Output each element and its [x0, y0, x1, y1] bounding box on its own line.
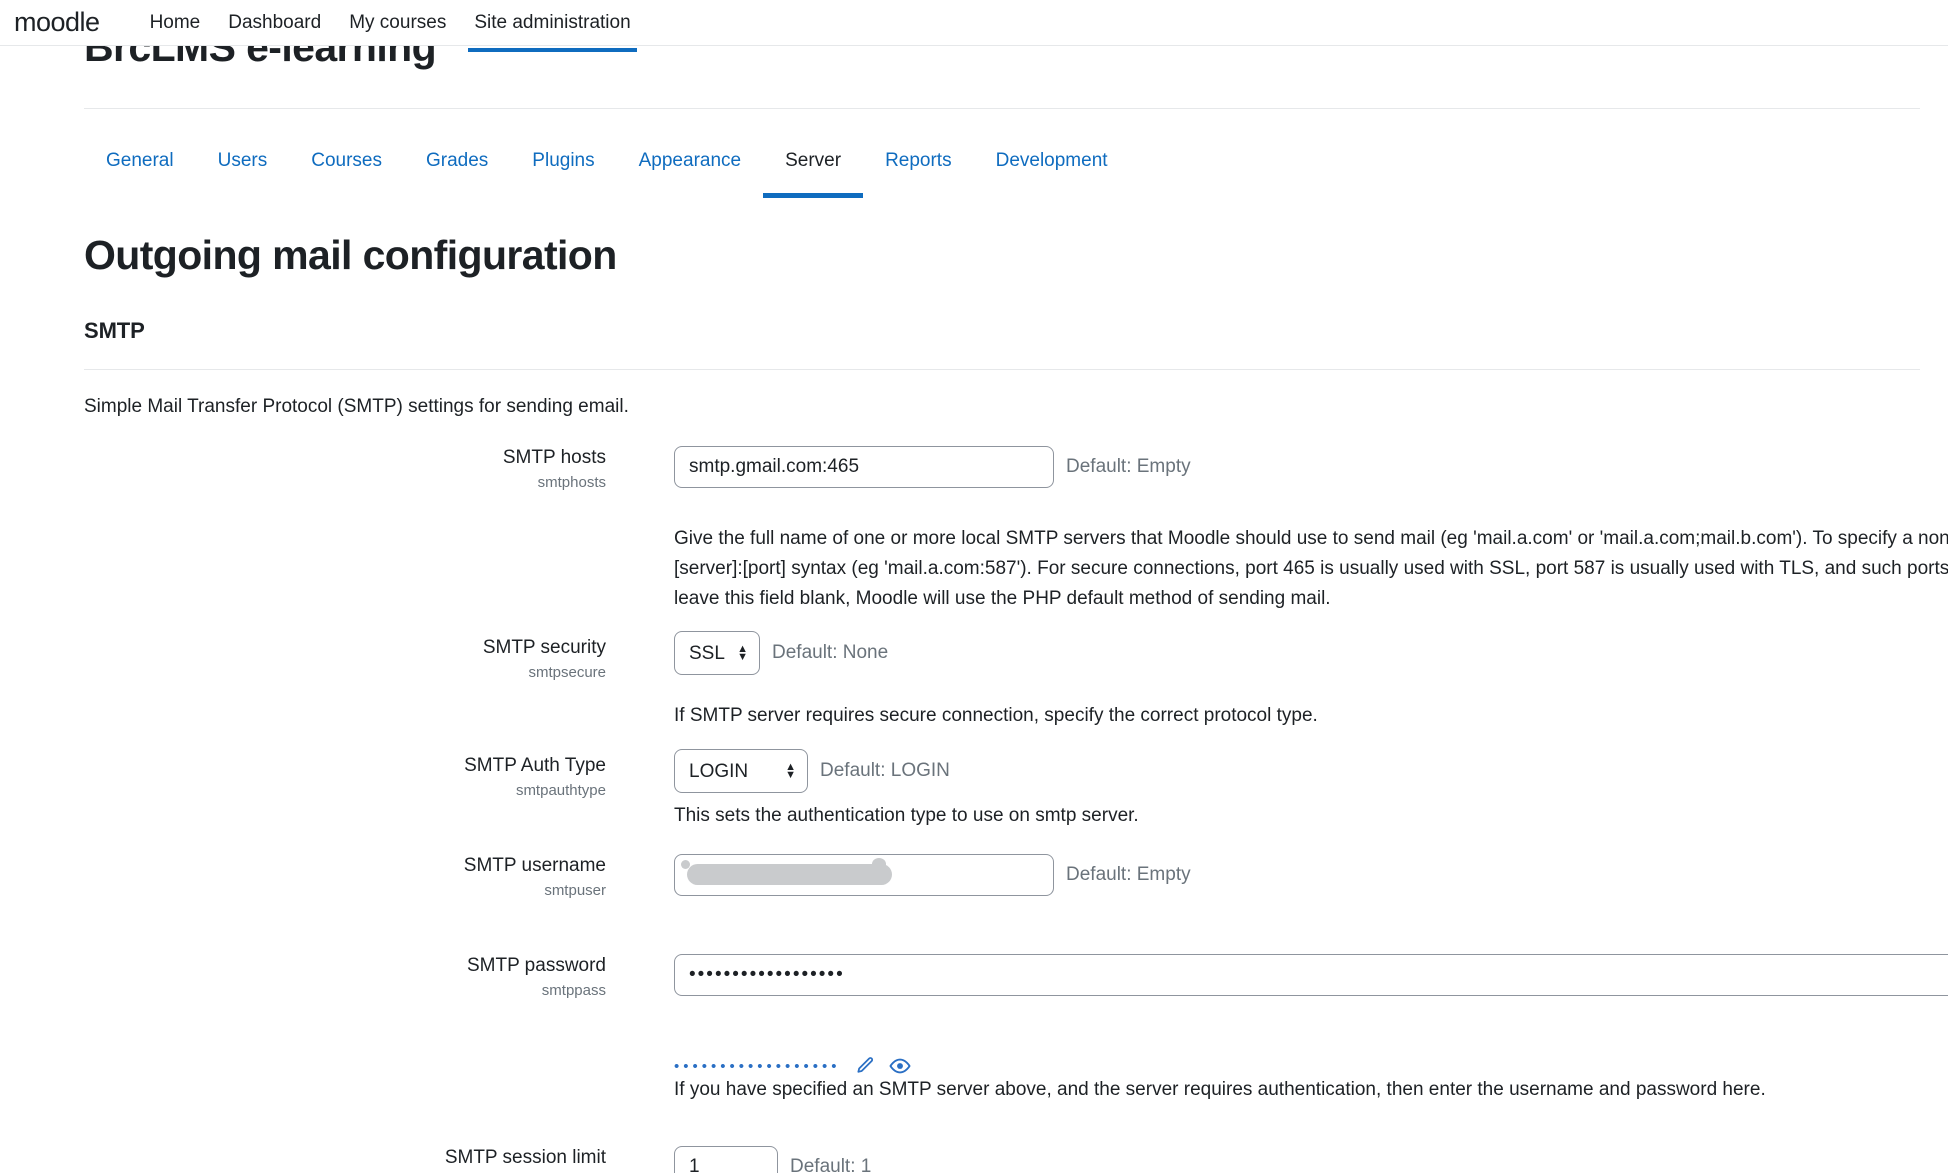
moodle-logo[interactable]: moodle [14, 9, 100, 36]
section-divider [84, 369, 1920, 370]
smtphosts-description: Give the full name of one or more local … [674, 528, 1948, 609]
smtpsecure-default: Default: None [772, 642, 889, 663]
tab-grades[interactable]: Grades [404, 134, 510, 198]
nav-link-home[interactable]: Home [136, 0, 215, 46]
page-body: BrcLMS e-learning General Users Courses … [0, 46, 1948, 1173]
nav-link-my-courses[interactable]: My courses [335, 0, 460, 46]
tab-server[interactable]: Server [763, 134, 864, 198]
setting-control-smtpmaxbulk: Default: 1 [674, 1146, 871, 1173]
title-divider [84, 108, 1920, 109]
primary-nav: Home Dashboard My courses Site administr… [136, 0, 645, 52]
top-navbar: moodle Home Dashboard My courses Site ad… [0, 0, 1948, 52]
smtppass-description: If you have specified an SMTP server abo… [674, 1079, 1766, 1100]
section-heading-smtp: SMTP [84, 318, 145, 343]
setting-control-smtpauthtype: LOGIN ▲ ▼ Default: LOGIN [674, 749, 950, 793]
setting-control-smtppass [674, 954, 1948, 996]
eye-icon[interactable] [888, 1055, 911, 1077]
label-key: smtpuser [544, 882, 606, 899]
setting-label-smtpauthtype: SMTP Auth Type smtpauthtype [0, 754, 640, 802]
smtpmaxbulk-default: Default: 1 [790, 1156, 872, 1173]
smtpauthtype-select[interactable]: LOGIN [674, 749, 808, 793]
smtpauthtype-select-wrap: LOGIN ▲ ▼ [674, 749, 808, 793]
tab-development[interactable]: Development [974, 134, 1130, 198]
label-text: SMTP session limit [444, 1147, 606, 1168]
smtphosts-input[interactable] [674, 446, 1054, 488]
label-key: smtppass [541, 982, 606, 999]
tab-appearance[interactable]: Appearance [617, 134, 763, 198]
smtpauthtype-default: Default: LOGIN [820, 760, 950, 781]
setting-control-smtpsecure: SSL ▲ ▼ Default: None [674, 631, 888, 675]
label-text: SMTP username [463, 855, 606, 876]
label-text: SMTP security [482, 637, 606, 658]
page-title: Outgoing mail configuration [84, 232, 617, 278]
site-title: BrcLMS e-learning [84, 46, 437, 70]
smtpsecure-select-wrap: SSL ▲ ▼ [674, 631, 760, 675]
section-description: Simple Mail Transfer Protocol (SMTP) set… [84, 396, 629, 417]
smtphosts-default: Default: Empty [1066, 456, 1191, 477]
smtpuser-default: Default: Empty [1066, 864, 1191, 885]
setting-control-smtphosts: Default: Empty [674, 446, 1191, 488]
admin-tabs: General Users Courses Grades Plugins App… [84, 134, 1130, 210]
tab-plugins[interactable]: Plugins [510, 134, 616, 198]
smtppass-input[interactable] [674, 954, 1948, 996]
smtppass-masked-preview: •••••••••••••••••• [674, 1057, 841, 1075]
label-key: smtphosts [537, 474, 606, 491]
smtppass-preview-row: •••••••••••••••••• [674, 1055, 911, 1077]
tab-courses[interactable]: Courses [289, 134, 404, 198]
setting-label-smtppass: SMTP password smtppass [0, 954, 640, 1002]
smtpuser-redaction-overlay [681, 858, 892, 885]
label-text: SMTP Auth Type [464, 755, 606, 776]
tab-users[interactable]: Users [196, 134, 290, 198]
label-text: SMTP password [466, 955, 606, 976]
smtpsecure-select[interactable]: SSL [674, 631, 760, 675]
tab-general[interactable]: General [84, 134, 196, 198]
label-key: smtpsecure [528, 664, 606, 681]
setting-label-smtpuser: SMTP username smtpuser [0, 854, 640, 902]
pencil-icon[interactable] [855, 1056, 875, 1076]
label-text: SMTP hosts [502, 447, 606, 468]
nav-link-dashboard[interactable]: Dashboard [214, 0, 335, 46]
setting-label-smtphosts: SMTP hosts smtphosts [0, 446, 640, 494]
smtpsecure-description: If SMTP server requires secure connectio… [674, 705, 1318, 726]
tab-reports[interactable]: Reports [863, 134, 974, 198]
label-key: smtpauthtype [515, 782, 606, 799]
smtpmaxbulk-input[interactable] [674, 1146, 778, 1173]
nav-link-site-administration[interactable]: Site administration [460, 0, 644, 52]
setting-label-smtpmaxbulk: SMTP session limit smtpmaxbulk [0, 1146, 640, 1173]
smtpauthtype-description: This sets the authentication type to use… [674, 805, 1139, 826]
setting-label-smtpsecure: SMTP security smtpsecure [0, 636, 640, 684]
